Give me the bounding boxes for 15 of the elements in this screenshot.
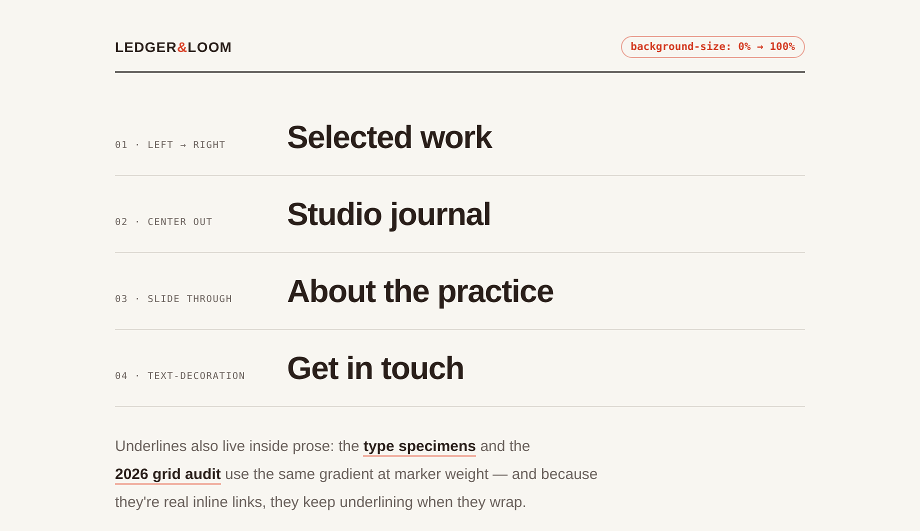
nav-link[interactable]: Studio journal — [287, 196, 491, 232]
nav-label: 01 · LEFT → RIGHT — [115, 138, 227, 150]
nav-label: 04 · TEXT-DECORATION — [115, 370, 246, 382]
logo-text: LEDGER — [115, 39, 177, 55]
inline-link[interactable]: type specimens — [363, 438, 476, 457]
logo-text: LOOM — [188, 39, 232, 55]
prose-paragraph: Underlines also live inside prose: the type specimens and the 2026 grid audit use the same gradient at marker weight — and because they're real inline links, they keep underlining when they wrap. — [115, 437, 599, 513]
nav-label: 02 · CENTER OUT — [115, 216, 214, 228]
inline-link[interactable]: 2026 grid audit — [115, 466, 221, 485]
nav-link[interactable]: Get in touch — [287, 350, 464, 386]
nav-link[interactable]: About the practice — [287, 272, 554, 310]
logo-ampersand: & — [176, 39, 188, 55]
nav-label: 03 · SLIDE THROUGH — [115, 292, 234, 304]
nav-link[interactable]: Selected work — [287, 118, 492, 156]
code-badge: background-size: 0% → 100% — [620, 36, 805, 58]
